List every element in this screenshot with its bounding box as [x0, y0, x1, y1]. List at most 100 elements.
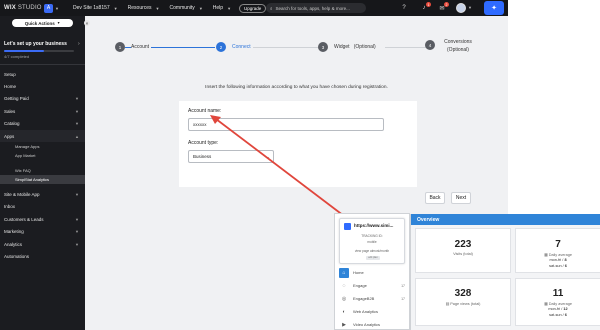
- chevron-down-icon: ▼: [75, 192, 79, 198]
- menu-community[interactable]: Community ▼: [170, 5, 203, 11]
- sidebar-item-sales[interactable]: Sales ▼: [0, 105, 85, 117]
- chevron-down-icon: ▼: [75, 121, 79, 127]
- step-label: Connect: [232, 44, 253, 50]
- site-url[interactable]: https://www.simi...: [354, 223, 393, 228]
- bell-icon[interactable]: ♪ 1: [420, 2, 431, 12]
- chevron-up-icon: ▲: [75, 133, 79, 139]
- sidebar-subitem-manage-apps[interactable]: Manage Apps: [0, 142, 85, 151]
- sidebar-subitem-wix-faq[interactable]: Wix FAQ: [0, 166, 85, 175]
- next-button[interactable]: Next: [451, 192, 471, 204]
- sidebar-item-getting-paid[interactable]: Getting Paid ▼: [0, 93, 85, 105]
- logo-studio-text: STUDIO: [17, 5, 42, 11]
- intro-text: Insert the following information accordi…: [205, 85, 388, 90]
- sidebar-item-apps[interactable]: Apps ▲: [0, 129, 85, 143]
- ai-assistant-button[interactable]: ✦: [484, 1, 504, 15]
- chevron-down-icon: ▼: [56, 21, 61, 25]
- sidebar-item-automations[interactable]: Automations: [0, 250, 85, 262]
- sidebar-item-marketing[interactable]: Marketing ▼: [0, 226, 85, 238]
- sidebar-subitem-simplstat-analytics[interactable]: SimplStat Analytics: [0, 175, 85, 185]
- panel-nav-engage[interactable]: ◌ Engage 17: [339, 279, 407, 292]
- chevron-down-icon: ▼: [227, 5, 232, 11]
- panel-nav-count: 17: [401, 296, 405, 301]
- pageviews-total-label-text: Page views (total): [450, 302, 481, 306]
- analytics-sidebar-panel: https://www.simi... TRACKING ID: mobile …: [334, 213, 410, 330]
- panel-nav-video-analytics[interactable]: ▶ Video Analytics: [339, 318, 407, 330]
- visits-total-value: 223: [454, 239, 472, 250]
- chevron-right-icon[interactable]: ›: [78, 41, 80, 47]
- account-type-select[interactable]: Business ⌄: [188, 150, 274, 163]
- panel-nav-engageb2b[interactable]: ◎ EngageB2B 17: [339, 292, 407, 305]
- pageviews-total-card: 328 ▤ Page views (total): [415, 278, 511, 326]
- step-number: 2: [216, 42, 226, 52]
- chat-icon[interactable]: ✉ 2: [438, 2, 449, 12]
- sidebar-item-site-mobile-app[interactable]: Site & Mobile App ▼: [0, 188, 85, 200]
- chevron-down-icon: ▼: [75, 241, 79, 247]
- menu-help[interactable]: Help ▼: [213, 5, 231, 11]
- sidebar-subitem-app-market[interactable]: App Market: [0, 151, 85, 160]
- user-avatar[interactable]: [456, 3, 466, 13]
- sidebar-item-analytics[interactable]: Analytics ▼: [0, 238, 85, 250]
- sidebar-item-setup[interactable]: Setup: [0, 68, 85, 80]
- visits-total-card: 223 Visits (total): [415, 228, 511, 273]
- pageviews-daily-label: ▦ Daily average: [516, 301, 600, 306]
- quick-actions-label: Quick Actions: [24, 20, 55, 26]
- help-icon[interactable]: ?: [400, 4, 408, 12]
- panel-nav-label: Home: [353, 270, 364, 275]
- menu-community-label: Community: [169, 5, 195, 11]
- panel-nav-count: 17: [401, 283, 405, 288]
- panel-nav-label: Web Analytics: [353, 309, 379, 314]
- account-name-label: Account name:: [188, 108, 222, 114]
- back-button[interactable]: Back: [425, 192, 445, 204]
- sidebar-item-label: Inbox: [4, 204, 16, 210]
- site-selector[interactable]: Dev Site 1s8157 ▼: [73, 5, 118, 11]
- chevron-down-icon: ▼: [75, 108, 79, 114]
- menu-help-label: Help: [212, 5, 224, 11]
- step-label: Account: [131, 44, 152, 50]
- account-name-input[interactable]: xxxxxx: [188, 118, 384, 131]
- weekday-value: 12: [563, 307, 568, 311]
- search-input[interactable]: ⌕ Search for tools, apps, help & more...: [266, 3, 366, 13]
- step-account: 1 Account: [115, 42, 152, 52]
- visits-weekend-line: sat-sun / 6: [516, 264, 600, 268]
- wix-studio-logo[interactable]: WIX STUDIO: [0, 5, 42, 11]
- sidebar-item-home[interactable]: Home: [0, 80, 85, 92]
- menu-resources[interactable]: Resources ▼: [128, 5, 160, 11]
- weekday-value: 8: [564, 258, 567, 262]
- edit-plan-chip[interactable]: edit plan: [366, 256, 380, 260]
- site-card: https://www.simi... TRACKING ID: mobile …: [339, 218, 405, 264]
- pageviews-daily-card: 11 ▦ Daily average mon-fri / 12 sat-sun …: [515, 278, 600, 326]
- panel-nav-label: Video Analytics: [353, 322, 381, 327]
- sidebar-item-catalog[interactable]: Catalog ▼: [0, 118, 85, 130]
- panel-nav-web-analytics[interactable]: ◐ Web Analytics: [339, 305, 407, 318]
- sidebar-item-label: Apps: [4, 133, 15, 139]
- plan-usage-label: view page almost/month: [354, 249, 390, 253]
- search-icon: ⌕: [270, 5, 273, 11]
- divider: [0, 64, 85, 65]
- step-connect: 2 Connect: [216, 42, 253, 52]
- setup-progress-fill: [4, 50, 44, 52]
- sidebar-item-customers-leads[interactable]: Customers & Leads ▼: [0, 213, 85, 225]
- top-bar: WIX STUDIO A ▼ Dev Site 1s8157 ▼ Resourc…: [0, 0, 508, 16]
- setup-title[interactable]: Let's set up your business: [4, 41, 67, 47]
- tracking-id-label: TRACKING ID:: [361, 234, 383, 238]
- chevron-down-icon: ▼: [75, 229, 79, 235]
- site-avatar-chevron-down-icon[interactable]: ▼: [55, 6, 59, 11]
- sidebar-item-label: Home: [4, 84, 17, 90]
- visits-total-label: Visits (total): [453, 252, 473, 256]
- quick-actions-button[interactable]: Quick Actions ▼: [12, 19, 73, 27]
- sidebar-item-label: Site & Mobile App: [4, 192, 40, 198]
- sidebar-item-inbox[interactable]: Inbox: [0, 201, 85, 213]
- sparkle-icon: ✦: [491, 5, 497, 12]
- overview-panel: Overview 223 Visits (total) 7 ▦ Daily av…: [410, 214, 600, 330]
- messages-badge: 2: [444, 2, 449, 7]
- close-sidebar-button[interactable]: ×: [84, 20, 90, 26]
- chevron-down-icon[interactable]: ▼: [468, 5, 472, 10]
- wizard-steps: 1 Account 2 Connect 3 Widget (Optional) …: [85, 16, 508, 66]
- site-avatar[interactable]: A: [44, 3, 53, 13]
- chevron-down-icon: ▼: [75, 96, 79, 102]
- panel-nav-home[interactable]: ⌂ Home: [339, 266, 407, 279]
- sidebar-nav: Setup Home Getting Paid ▼ Sales ▼ Catalog ▼…: [0, 68, 85, 263]
- chevron-down-icon: ⌄: [266, 154, 270, 159]
- account-type-value: Business: [193, 154, 212, 159]
- upgrade-button[interactable]: Upgrade: [239, 3, 267, 13]
